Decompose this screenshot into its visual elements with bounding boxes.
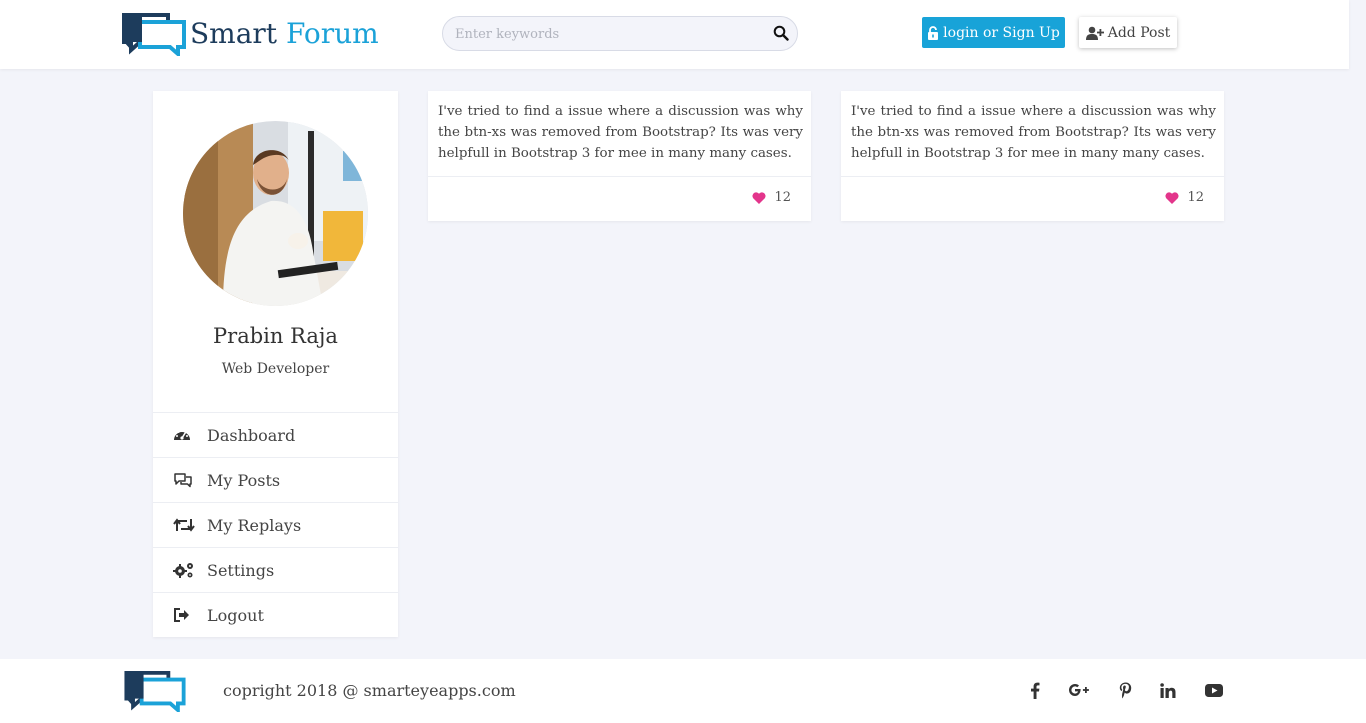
profile-sidebar: Prabin Raja Web Developer Dashboard My P… <box>153 91 398 637</box>
user-plus-icon <box>1085 26 1104 40</box>
post-footer: 12 <box>841 176 1224 221</box>
retweet-icon <box>173 518 195 532</box>
google-plus-icon <box>1069 684 1089 696</box>
like-count: 12 <box>774 190 791 205</box>
sidebar-menu: Dashboard My Posts My Replays Settings L… <box>153 412 398 637</box>
sidebar-item-label: Dashboard <box>207 425 296 445</box>
footer: copright 2018 @ smarteyeapps.com <box>0 659 1366 723</box>
sidebar-item-my-replays[interactable]: My Replays <box>153 502 398 547</box>
like-count: 12 <box>1187 190 1204 205</box>
sign-out-icon <box>174 608 189 622</box>
profile-name: Prabin Raja <box>213 324 338 348</box>
unlock-icon <box>928 25 939 40</box>
footer-logo[interactable] <box>124 670 186 716</box>
logo[interactable]: Smart Forum <box>122 12 379 56</box>
search-icon[interactable] <box>773 25 789 41</box>
google-plus-link[interactable] <box>1068 680 1090 700</box>
search-input[interactable] <box>455 25 755 43</box>
facebook-link[interactable] <box>1024 680 1046 700</box>
linkedin-link[interactable] <box>1157 680 1179 700</box>
logo-icon <box>122 13 186 56</box>
post-card[interactable]: I've tried to find a issue where a discu… <box>841 91 1224 221</box>
logo-icon <box>124 670 186 715</box>
comments-icon <box>174 473 192 488</box>
search-box <box>442 16 798 51</box>
login-signup-label: login or Sign Up <box>943 24 1060 41</box>
youtube-icon <box>1205 683 1223 697</box>
sidebar-item-label: My Posts <box>207 470 281 490</box>
youtube-link[interactable] <box>1203 680 1225 700</box>
dashboard-icon <box>174 429 190 440</box>
logo-word-forum: Forum <box>285 17 379 50</box>
post-footer: 12 <box>428 176 811 221</box>
linkedin-icon <box>1160 682 1176 698</box>
logo-text: Smart Forum <box>190 15 379 53</box>
login-signup-button[interactable]: login or Sign Up <box>922 17 1065 48</box>
sidebar-item-my-posts[interactable]: My Posts <box>153 457 398 502</box>
sidebar-item-label: My Replays <box>207 515 302 535</box>
sidebar-item-dashboard[interactable]: Dashboard <box>153 412 398 457</box>
gears-icon <box>173 563 193 578</box>
sidebar-item-label: Settings <box>207 560 275 580</box>
post-text: I've tried to find a issue where a discu… <box>851 104 1216 161</box>
post-text: I've tried to find a issue where a discu… <box>438 104 803 161</box>
facebook-icon <box>1031 682 1040 699</box>
post-card[interactable]: I've tried to find a issue where a discu… <box>428 91 811 221</box>
heart-icon <box>752 191 766 204</box>
add-post-label: Add Post <box>1107 24 1171 41</box>
avatar <box>183 121 368 306</box>
sidebar-item-settings[interactable]: Settings <box>153 547 398 592</box>
header: Smart Forum login or Sign Up Add Post <box>0 0 1349 69</box>
pinterest-link[interactable] <box>1114 680 1136 700</box>
profile-role: Web Developer <box>221 361 330 377</box>
logo-word-smart: Smart <box>190 17 278 50</box>
add-post-button[interactable]: Add Post <box>1079 17 1177 48</box>
avatar-image <box>183 121 368 306</box>
sidebar-item-label: Logout <box>207 605 264 625</box>
copyright-text: copright 2018 @ smarteyeapps.com <box>223 681 516 700</box>
pinterest-icon <box>1119 682 1131 698</box>
like-button[interactable]: 12 <box>1165 190 1204 205</box>
sidebar-item-logout[interactable]: Logout <box>153 592 398 637</box>
like-button[interactable]: 12 <box>752 190 791 205</box>
heart-icon <box>1165 191 1179 204</box>
